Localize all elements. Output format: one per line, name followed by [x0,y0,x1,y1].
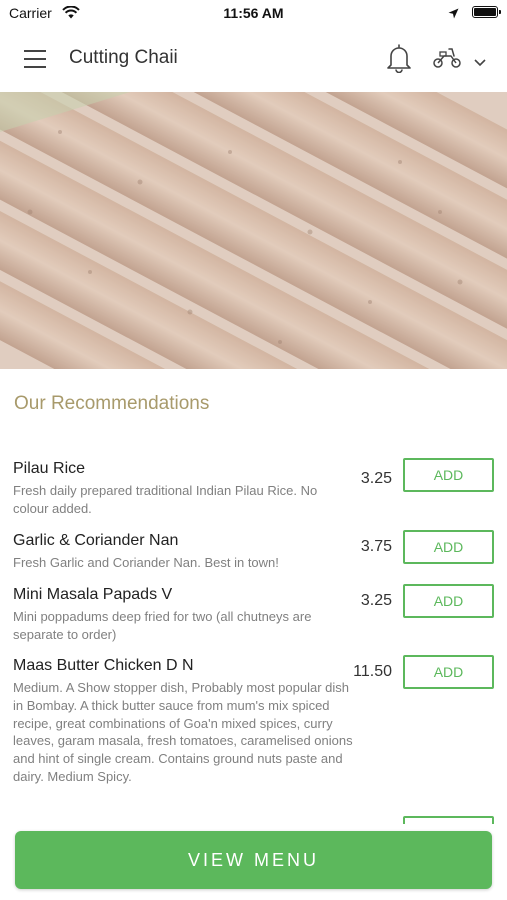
item-name: Garlic & Coriander Nan [13,532,179,549]
app-header: Cutting Chaii [0,28,507,92]
add-button[interactable]: ADD [403,584,494,618]
item-name: Maas Butter Chicken D N [13,657,194,674]
menu-icon[interactable] [24,50,46,68]
bell-icon[interactable] [386,43,412,78]
status-bar: Carrier 11:56 AM [0,0,507,28]
item-description: Fresh Garlic and Coriander Nan. Best in … [13,555,279,570]
add-button[interactable]: ADD [403,458,494,492]
clock: 11:56 AM [223,5,284,21]
item-price: 3.25 [360,470,392,487]
item-name: Mini Masala Papads V [13,586,173,603]
item-description: Mini poppadums deep fried for two (all c… [13,609,312,642]
restaurant-title: Cutting Chaii [69,47,178,68]
item-name: Pilau Rice [13,460,86,477]
item-description: Medium. A Show stopper dish, Probably mo… [13,680,353,784]
hero-image [0,92,507,369]
add-button[interactable]: ADD [403,655,494,689]
chevron-down-icon[interactable] [474,54,486,72]
add-button[interactable] [403,816,494,824]
item-price: 3.75 [360,538,392,555]
recommendations-heading: Our Recommendations [14,393,210,414]
battery-icon [472,6,501,18]
recommendations-list: Pilau Rice Fresh daily prepared traditio… [0,456,507,824]
item-description: Fresh daily prepared traditional Indian … [13,483,318,516]
item-price: 3.25 [360,592,392,609]
add-button[interactable]: ADD [403,530,494,564]
location-arrow-icon [448,6,459,22]
item-price: 11.50 [353,663,392,680]
view-menu-button[interactable]: VIEW MENU [15,831,492,889]
scooter-icon[interactable] [432,46,462,75]
